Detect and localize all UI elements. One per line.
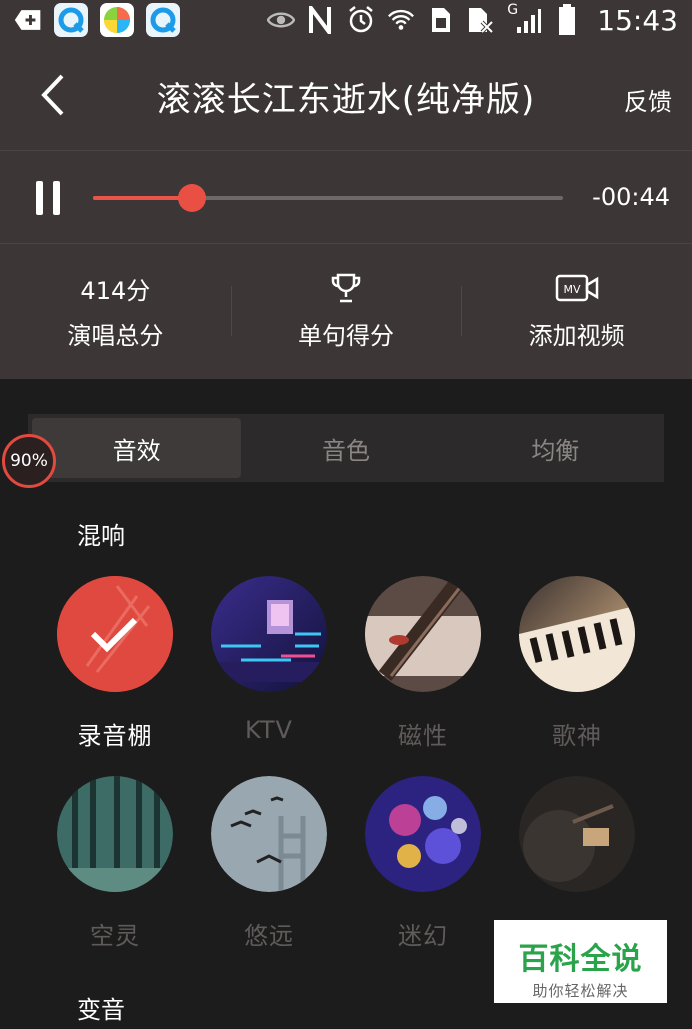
progress-fill bbox=[93, 196, 192, 200]
eye-icon bbox=[267, 6, 296, 34]
effect-name: KTV bbox=[245, 716, 293, 744]
voice-change-section-title: 变音 bbox=[77, 996, 125, 1024]
effect-item[interactable]: KTV bbox=[211, 576, 327, 744]
effect-item[interactable]: 录音棚 bbox=[57, 576, 173, 751]
sim-icon bbox=[427, 6, 455, 34]
tab-equalizer[interactable]: 均衡 bbox=[451, 418, 660, 478]
mv-camera-icon: MV bbox=[555, 272, 599, 304]
effect-ethereal-image bbox=[57, 776, 173, 892]
tab-timbre[interactable]: 音色 bbox=[241, 418, 450, 478]
watermark-logo: 百科全说 助你轻松解决 bbox=[494, 920, 667, 1003]
effect-psychedelic-image bbox=[365, 776, 481, 892]
add-screen-icon bbox=[14, 6, 42, 34]
effect-magnetic-image bbox=[365, 576, 481, 692]
battery-icon bbox=[553, 4, 581, 35]
watermark-main-text: 百科全说 bbox=[518, 942, 643, 977]
total-score-label: 演唱总分 bbox=[67, 322, 164, 350]
song-title: 滚滚长江东逝水(纯净版) bbox=[156, 80, 536, 120]
signal-icon: G bbox=[507, 2, 542, 34]
remaining-time: -00:44 bbox=[592, 183, 670, 211]
effect-item[interactable] bbox=[519, 776, 635, 916]
effect-name: 迷幻 bbox=[398, 922, 448, 950]
add-video[interactable]: MV 添加视频 bbox=[461, 244, 692, 379]
effect-name: 录音棚 bbox=[77, 722, 153, 750]
alarm-icon bbox=[347, 6, 375, 34]
effect-singer-god-image bbox=[519, 576, 635, 692]
effect-name: 歌神 bbox=[552, 722, 602, 750]
sentence-score[interactable]: 单句得分 bbox=[230, 244, 462, 379]
total-score[interactable]: 414分 演唱总分 bbox=[0, 244, 231, 379]
score-panel: 414分 演唱总分 单句得分 MV 添加视频 bbox=[0, 243, 692, 379]
watermark-sub-text: 助你轻松解决 bbox=[532, 982, 629, 1000]
trophy-icon bbox=[330, 272, 362, 304]
effect-tabs: 音效 音色 均衡 bbox=[28, 414, 664, 482]
effect-distant-image bbox=[211, 776, 327, 892]
sentence-score-label: 单句得分 bbox=[298, 322, 394, 350]
sim-x-icon bbox=[467, 6, 495, 34]
progress-knob[interactable] bbox=[177, 184, 206, 212]
effect-vinyl-image bbox=[519, 776, 635, 892]
network-type-label: G bbox=[507, 2, 519, 18]
game-center-icon bbox=[100, 3, 134, 37]
effect-item[interactable]: 悠远 bbox=[211, 776, 327, 951]
effect-item[interactable]: 迷幻 bbox=[365, 776, 481, 951]
pause-icon[interactable] bbox=[36, 181, 62, 215]
clock: 15:43 bbox=[597, 3, 678, 37]
browser-q-icon bbox=[146, 3, 180, 37]
feedback-button[interactable]: 反馈 bbox=[624, 82, 672, 117]
playback-bar: -00:44 bbox=[0, 150, 692, 243]
effect-name: 磁性 bbox=[398, 722, 448, 750]
tab-sound-effect[interactable]: 音效 bbox=[32, 418, 242, 478]
effect-name: 悠远 bbox=[244, 922, 294, 950]
effect-item[interactable]: 空灵 bbox=[57, 776, 173, 951]
score-value: 414分 bbox=[80, 276, 151, 305]
reverb-section-title: 混响 bbox=[77, 522, 125, 550]
wifi-icon bbox=[387, 6, 415, 34]
effect-ktv-image bbox=[211, 576, 327, 692]
effect-item[interactable]: 磁性 bbox=[365, 576, 481, 751]
status-bar: G 15:43 bbox=[0, 0, 692, 40]
effect-recording-studio-image bbox=[57, 576, 173, 692]
svg-text:MV: MV bbox=[563, 283, 580, 296]
add-video-label: 添加视频 bbox=[528, 322, 625, 350]
progress-slider[interactable] bbox=[93, 184, 563, 212]
effect-item[interactable]: 歌神 bbox=[519, 576, 635, 751]
browser-q-icon bbox=[54, 3, 88, 37]
title-bar: 滚滚长江东逝水(纯净版) 反馈 bbox=[0, 40, 692, 150]
effect-name: 空灵 bbox=[90, 922, 140, 950]
floating-percent-badge[interactable]: 90% bbox=[2, 434, 56, 488]
nfc-icon bbox=[307, 6, 335, 34]
